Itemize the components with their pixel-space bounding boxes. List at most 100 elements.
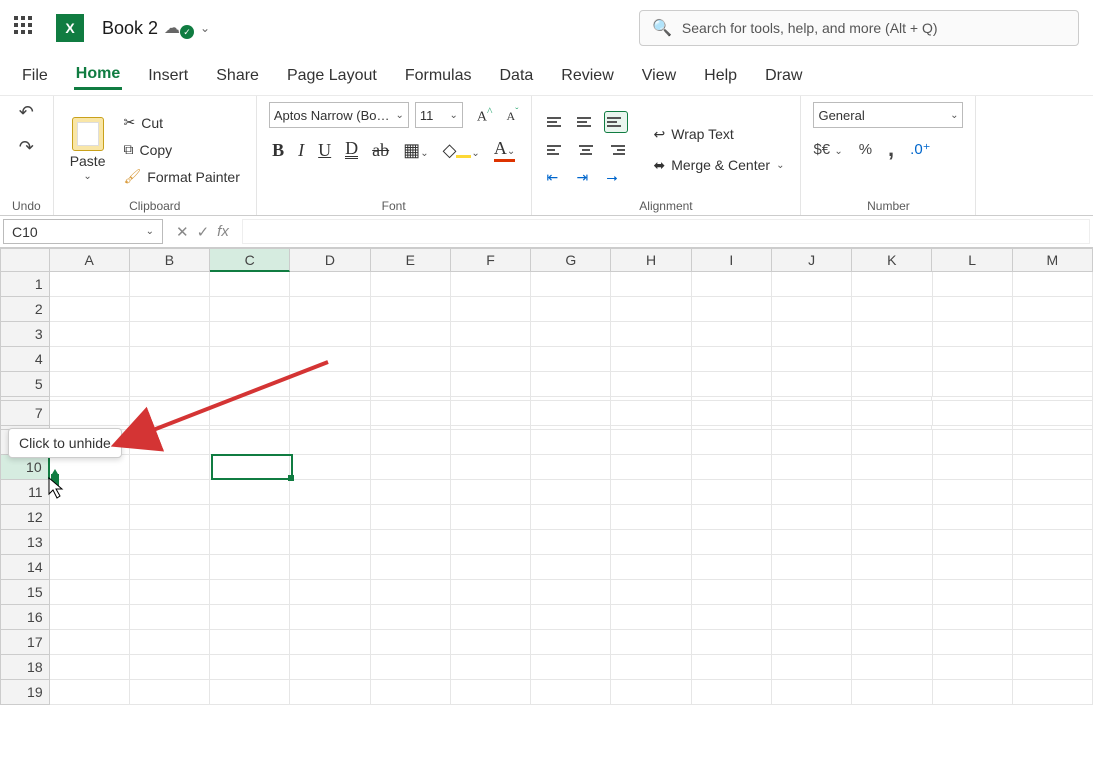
- cell-D13[interactable]: [290, 530, 370, 555]
- cell-C7[interactable]: [210, 401, 290, 426]
- row-header-12[interactable]: 12: [0, 505, 50, 530]
- cell-A2[interactable]: [50, 297, 130, 322]
- cell-L7[interactable]: [933, 401, 1013, 426]
- cell-D11[interactable]: [290, 480, 370, 505]
- cell-G14[interactable]: [531, 555, 611, 580]
- cell-H16[interactable]: [611, 605, 691, 630]
- column-header-B[interactable]: B: [130, 248, 210, 272]
- cell-J15[interactable]: [772, 580, 852, 605]
- cell-M4[interactable]: [1013, 347, 1093, 372]
- cell-M14[interactable]: [1013, 555, 1093, 580]
- cell-I3[interactable]: [692, 322, 772, 347]
- cell-I18[interactable]: [692, 655, 772, 680]
- cell-D3[interactable]: [290, 322, 370, 347]
- row-header-18[interactable]: 18: [0, 655, 50, 680]
- decrease-indent-button[interactable]: ⇤: [544, 167, 568, 189]
- tab-page-layout[interactable]: Page Layout: [285, 63, 379, 89]
- cell-H9[interactable]: [611, 430, 691, 455]
- cell-D4[interactable]: [290, 347, 370, 372]
- borders-button[interactable]: ▦⌄: [403, 140, 428, 161]
- align-left-button[interactable]: [544, 139, 568, 161]
- enter-formula-button[interactable]: ✓: [197, 223, 210, 241]
- cell-A4[interactable]: [50, 347, 130, 372]
- cell-B15[interactable]: [130, 580, 210, 605]
- cell-E13[interactable]: [371, 530, 451, 555]
- cell-J18[interactable]: [772, 655, 852, 680]
- cell-J10[interactable]: [772, 455, 852, 480]
- cell-G4[interactable]: [531, 347, 611, 372]
- cell-E7[interactable]: [371, 401, 451, 426]
- cell-C10[interactable]: [210, 455, 290, 480]
- document-title[interactable]: Book 2: [102, 18, 158, 39]
- column-header-I[interactable]: I: [692, 248, 772, 272]
- cell-D7[interactable]: [290, 401, 370, 426]
- cell-J3[interactable]: [772, 322, 852, 347]
- cell-F16[interactable]: [451, 605, 531, 630]
- spreadsheet-grid[interactable]: ABCDEFGHIJKLM 12345791011121314151617181…: [0, 248, 1093, 705]
- tab-insert[interactable]: Insert: [146, 63, 190, 89]
- tab-review[interactable]: Review: [559, 63, 615, 89]
- cell-L5[interactable]: [933, 372, 1013, 397]
- cell-C3[interactable]: [210, 322, 290, 347]
- row-header-17[interactable]: 17: [0, 630, 50, 655]
- cell-B17[interactable]: [130, 630, 210, 655]
- cell-K4[interactable]: [852, 347, 932, 372]
- cell-K12[interactable]: [852, 505, 932, 530]
- cell-C11[interactable]: [210, 480, 290, 505]
- cell-A5[interactable]: [50, 372, 130, 397]
- cell-M13[interactable]: [1013, 530, 1093, 555]
- row-header-15[interactable]: 15: [0, 580, 50, 605]
- cell-A12[interactable]: [50, 505, 130, 530]
- cell-A10[interactable]: [50, 455, 130, 480]
- cell-L4[interactable]: [933, 347, 1013, 372]
- cell-L19[interactable]: [933, 680, 1013, 705]
- cell-H18[interactable]: [611, 655, 691, 680]
- app-launcher-icon[interactable]: [14, 16, 38, 40]
- cell-B1[interactable]: [130, 272, 210, 297]
- cell-F13[interactable]: [451, 530, 531, 555]
- row-header-5[interactable]: 5: [0, 372, 50, 397]
- align-center-button[interactable]: [574, 139, 598, 161]
- cell-J9[interactable]: [772, 430, 852, 455]
- cell-G17[interactable]: [531, 630, 611, 655]
- cell-K2[interactable]: [852, 297, 932, 322]
- align-right-button[interactable]: [604, 139, 628, 161]
- cell-D16[interactable]: [290, 605, 370, 630]
- cell-K15[interactable]: [852, 580, 932, 605]
- row-header-3[interactable]: 3: [0, 322, 50, 347]
- cell-F9[interactable]: [451, 430, 531, 455]
- cell-B14[interactable]: [130, 555, 210, 580]
- row-header-13[interactable]: 13: [0, 530, 50, 555]
- paste-chevron-icon[interactable]: ⌄: [83, 171, 91, 182]
- cell-G16[interactable]: [531, 605, 611, 630]
- cell-B3[interactable]: [130, 322, 210, 347]
- underline-button[interactable]: U: [318, 140, 331, 161]
- undo-button[interactable]: ↶: [19, 102, 34, 123]
- cell-J19[interactable]: [772, 680, 852, 705]
- cell-M10[interactable]: [1013, 455, 1093, 480]
- cell-H2[interactable]: [611, 297, 691, 322]
- cell-H12[interactable]: [611, 505, 691, 530]
- cell-H4[interactable]: [611, 347, 691, 372]
- name-box[interactable]: C10 ⌄: [3, 219, 163, 244]
- font-size-select[interactable]: 11⌄: [415, 102, 463, 128]
- cell-F4[interactable]: [451, 347, 531, 372]
- cell-C14[interactable]: [210, 555, 290, 580]
- cell-M16[interactable]: [1013, 605, 1093, 630]
- row-header-2[interactable]: 2: [0, 297, 50, 322]
- cell-M17[interactable]: [1013, 630, 1093, 655]
- cell-I9[interactable]: [692, 430, 772, 455]
- cell-C18[interactable]: [210, 655, 290, 680]
- cell-C9[interactable]: [210, 430, 290, 455]
- cell-M2[interactable]: [1013, 297, 1093, 322]
- cell-A15[interactable]: [50, 580, 130, 605]
- search-input[interactable]: 🔍 Search for tools, help, and more (Alt …: [639, 10, 1079, 46]
- cell-F14[interactable]: [451, 555, 531, 580]
- cell-K9[interactable]: [852, 430, 932, 455]
- cell-G15[interactable]: [531, 580, 611, 605]
- cell-M7[interactable]: [1013, 401, 1093, 426]
- fx-icon[interactable]: fx: [217, 223, 229, 240]
- cell-A17[interactable]: [50, 630, 130, 655]
- cell-F2[interactable]: [451, 297, 531, 322]
- cell-F12[interactable]: [451, 505, 531, 530]
